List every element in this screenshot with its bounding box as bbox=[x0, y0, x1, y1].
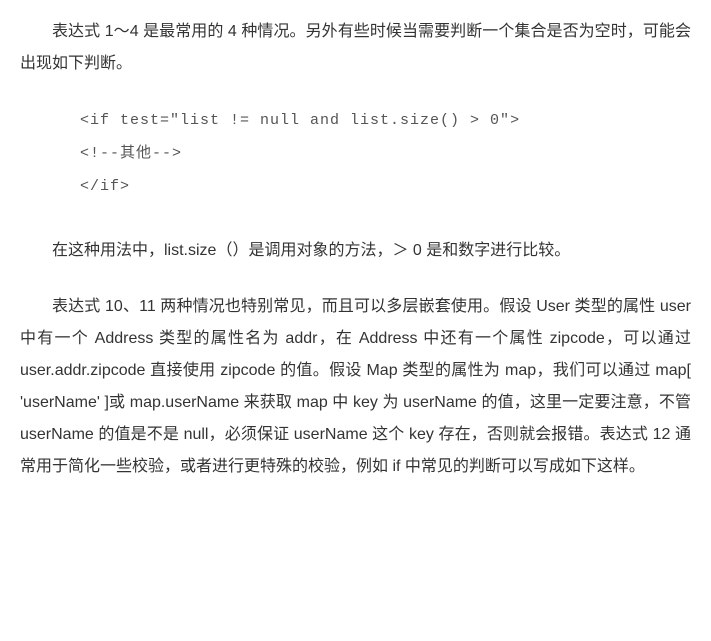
paragraph-explanation: 在这种用法中，list.size（）是调用对象的方法，＞ 0 是和数字进行比较。 bbox=[20, 235, 691, 267]
code-line-3: </if> bbox=[80, 178, 130, 195]
code-line-1: <if test="list != null and list.size() >… bbox=[80, 112, 520, 129]
paragraph-expressions: 表达式 10、11 两种情况也特别常见，而且可以多层嵌套使用。假设 User 类… bbox=[20, 291, 691, 483]
code-line-2: <!--其他--> bbox=[80, 145, 182, 162]
paragraph-intro: 表达式 1～4 是最常用的 4 种情况。另外有些时候当需要判断一个集合是否为空时… bbox=[20, 16, 691, 80]
code-block-if-test: <if test="list != null and list.size() >… bbox=[20, 104, 691, 203]
